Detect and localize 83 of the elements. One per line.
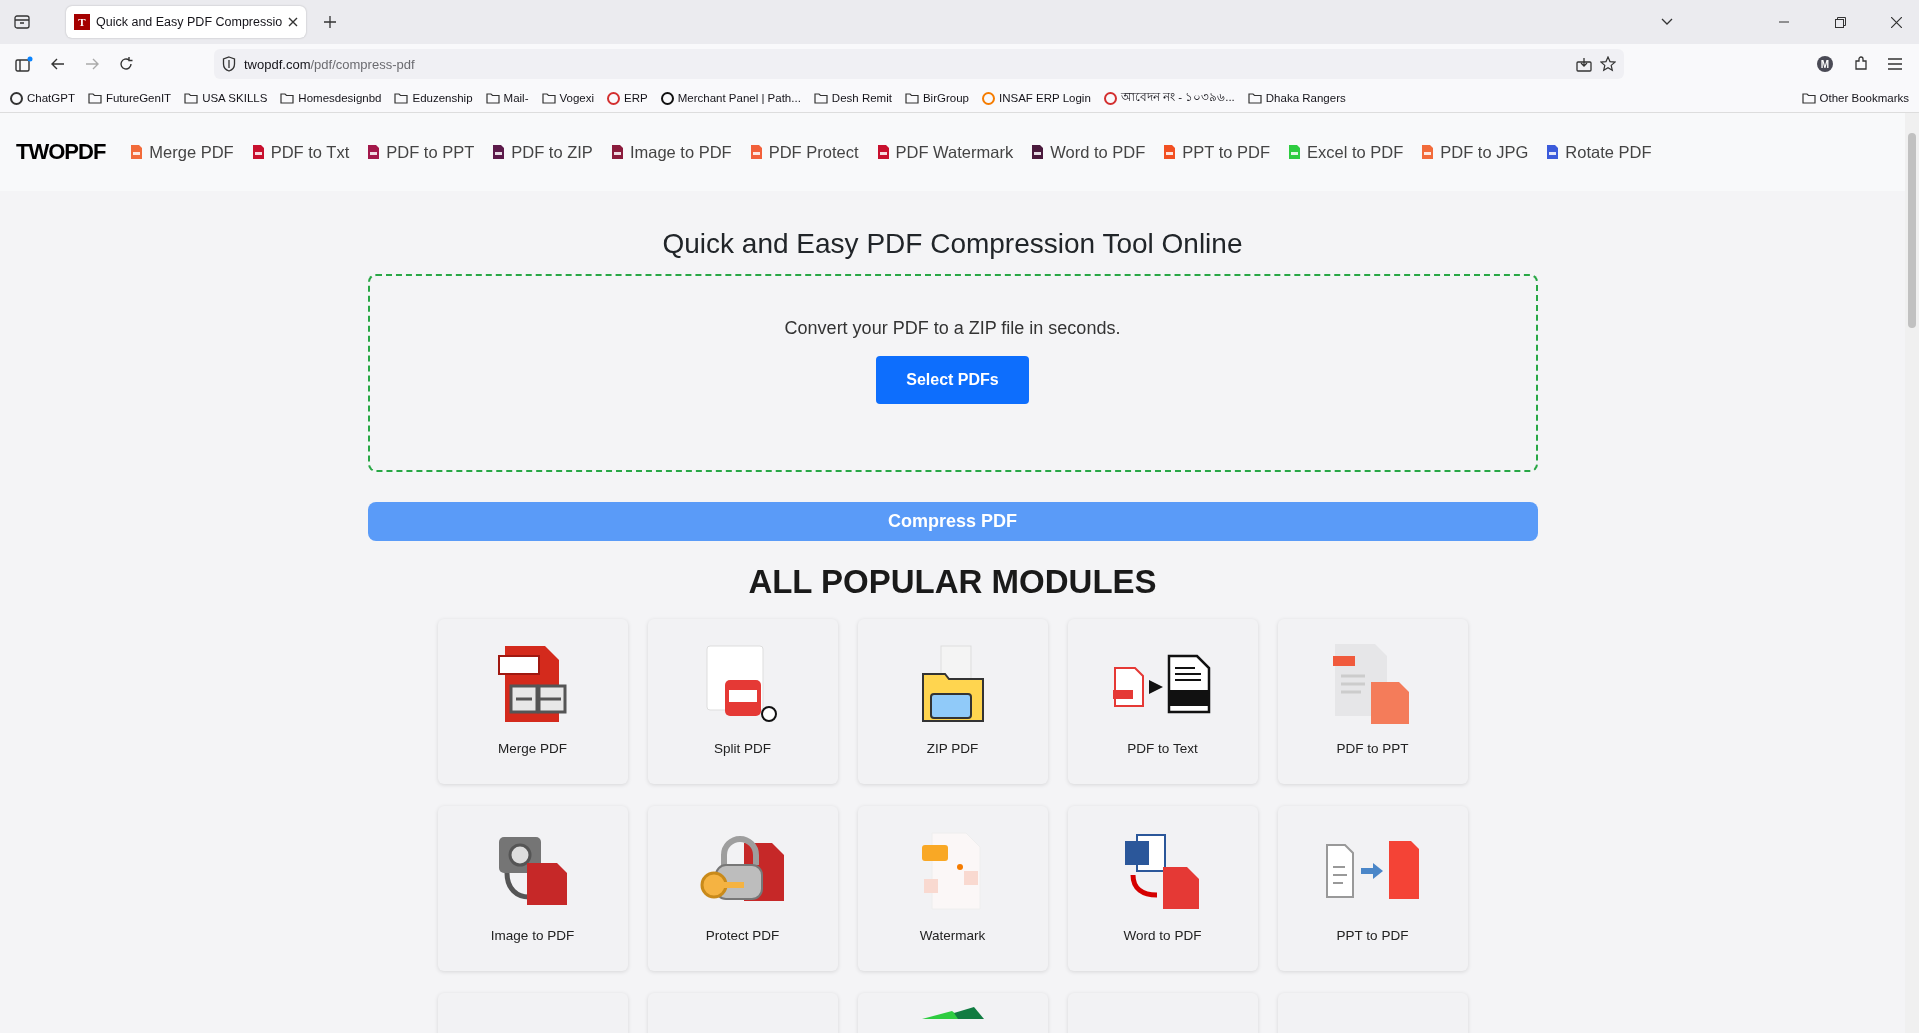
module-label: Merge PDF (498, 741, 567, 756)
scrollbar-thumb[interactable] (1908, 133, 1916, 328)
bookmark[interactable]: Dhaka Rangers (1247, 92, 1346, 104)
nav-link[interactable]: Merge PDF (131, 142, 234, 162)
module-card[interactable]: Merge PDF (437, 619, 628, 784)
site-icon (981, 91, 995, 105)
nav-link[interactable]: PPT to PDF (1164, 142, 1270, 162)
upload-hint: Convert your PDF to a ZIP file in seconds. (784, 318, 1121, 339)
nav-link[interactable]: PDF to ZIP (493, 142, 593, 162)
folder-icon (485, 92, 500, 104)
module-card[interactable]: PDF to Text (1067, 619, 1258, 784)
bookmark[interactable]: Eduzenship (394, 92, 473, 104)
module-card[interactable]: Watermark (857, 806, 1048, 971)
nav-link[interactable]: PDF to Txt (252, 142, 350, 162)
profile-avatar[interactable]: M (1817, 56, 1833, 72)
page-title: Quick and Easy PDF Compression Tool Online (662, 228, 1243, 260)
upload-drop-zone[interactable]: Convert your PDF to a ZIP file in seconds. Select PDFs (367, 274, 1538, 472)
site-icon (607, 91, 621, 105)
nav-link[interactable]: PDF to PPT (368, 142, 475, 162)
bookmark[interactable]: Merchant Panel | Path... (660, 91, 801, 105)
select-pdfs-button[interactable]: Select PDFs (876, 356, 1029, 404)
folder-icon (813, 92, 828, 104)
merge-pdf-icon (496, 644, 569, 724)
module-card[interactable]: PPT to PDF (1277, 806, 1468, 971)
folder-icon (184, 92, 199, 104)
url-text: twopdf.com/pdf/compress-pdf (244, 56, 416, 72)
download-icon[interactable] (1576, 56, 1592, 72)
site-icon (660, 91, 674, 105)
site-icon (10, 91, 23, 105)
module-label: Image to PDF (490, 928, 575, 943)
nav-link[interactable]: Word to PDF (1032, 142, 1146, 162)
shield-icon (222, 56, 236, 72)
folder-icon (394, 92, 409, 104)
nav-link[interactable]: PDF Watermark (877, 142, 1014, 162)
module-label: ZIP PDF (926, 741, 979, 756)
browser-tab[interactable]: T Quick and Easy PDF Compressio (66, 6, 307, 38)
bookmark[interactable]: FutureGenIT (87, 92, 172, 104)
bookmark[interactable]: USA SKILLS (184, 92, 268, 104)
module-label: PPT to PDF (1336, 928, 1409, 943)
module-card[interactable]: Image to PDF (437, 806, 628, 971)
other-bookmarks[interactable]: Other Bookmarks (1801, 92, 1909, 104)
folder-icon (541, 92, 556, 104)
module-label: PDF to Text (1127, 741, 1198, 756)
site-favicon: T (74, 14, 90, 30)
close-tab-icon[interactable] (288, 17, 299, 27)
folder-icon (904, 92, 919, 104)
module-card[interactable]: PDF to PPT (1277, 619, 1468, 784)
nav-link[interactable]: Image to PDF (611, 142, 732, 162)
module-label: Protect PDF (705, 928, 780, 943)
module-card[interactable]: Word to PDF (1067, 806, 1258, 971)
folder-icon (280, 92, 295, 104)
nav-link[interactable]: PDF to JPG (1422, 142, 1529, 162)
bookmark[interactable]: Homesdesignbd (280, 92, 382, 104)
module-card[interactable]: ZIP PDF (857, 619, 1048, 784)
bookmark[interactable]: Desh Remit (813, 92, 892, 104)
bookmark[interactable]: Vogexi (541, 92, 595, 104)
bookmark[interactable]: Mail- (485, 92, 529, 104)
nav-link[interactable]: Rotate PDF (1547, 142, 1652, 162)
site-logo[interactable]: TWOPDF (16, 139, 106, 165)
folder-icon (1247, 92, 1262, 104)
bookmark[interactable]: INSAF ERP Login (981, 91, 1091, 105)
nav-link[interactable]: Excel to PDF (1289, 142, 1404, 162)
module-label: Word to PDF (1123, 928, 1202, 943)
address-bar[interactable]: twopdf.com/pdf/compress-pdf (214, 49, 1624, 79)
scrollbar[interactable] (1905, 113, 1919, 1033)
bookmark[interactable]: ERP (607, 91, 648, 105)
star-icon[interactable] (1600, 56, 1616, 72)
zip-folder-icon (920, 644, 985, 724)
tab-title: Quick and Easy PDF Compressio (96, 15, 283, 29)
section-heading: ALL POPULAR MODULES (748, 563, 1157, 601)
module-card[interactable]: Protect PDF (647, 806, 838, 971)
module-label: PDF to PPT (1336, 741, 1409, 756)
folder-icon (87, 92, 102, 104)
module-label: Split PDF (714, 741, 771, 756)
module-label: Watermark (919, 928, 986, 943)
bookmark[interactable]: আবেদন নং - ১০৩৯৬... (1103, 88, 1235, 108)
folder-icon (1801, 92, 1816, 104)
bookmark[interactable]: BirGroup (904, 92, 969, 104)
module-card[interactable]: Split PDF (647, 619, 838, 784)
pdf-to-text-icon (1112, 654, 1213, 714)
nav-link[interactable]: PDF Protect (750, 142, 859, 162)
site-icon (1103, 91, 1117, 105)
bookmark[interactable]: ChatGPT (10, 91, 75, 105)
